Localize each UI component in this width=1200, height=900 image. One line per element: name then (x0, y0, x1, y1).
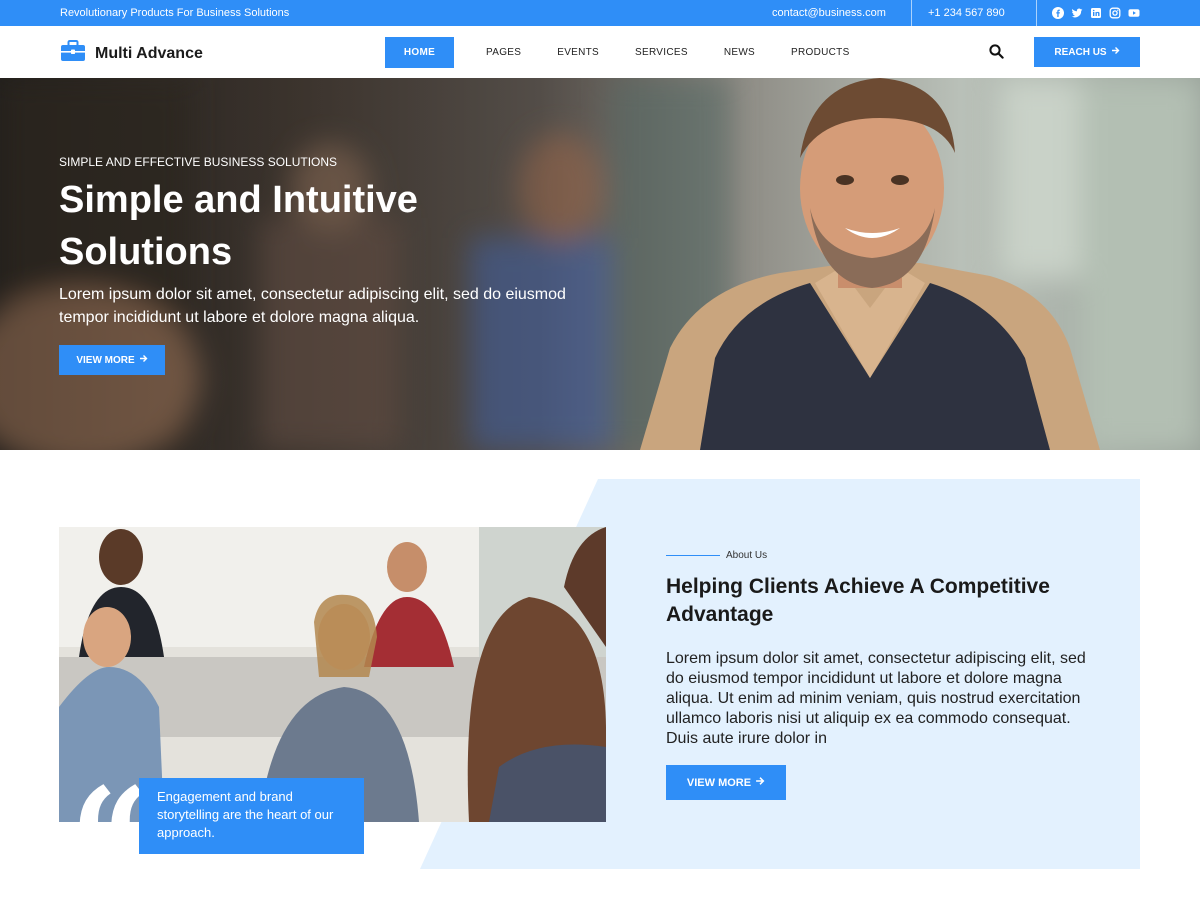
nav-item-pages[interactable]: PAGES (486, 47, 521, 58)
linkedin-icon[interactable] (1090, 7, 1102, 19)
about-text: Lorem ipsum dolor sit amet, consectetur … (666, 650, 1086, 747)
label-line (666, 555, 720, 556)
site-logo[interactable]: Multi Advance (60, 40, 203, 67)
nav-item-products[interactable]: PRODUCTS (791, 47, 850, 58)
nav-item-services[interactable]: SERVICES (635, 47, 688, 58)
facebook-icon[interactable] (1052, 7, 1064, 19)
nav-item-news[interactable]: NEWS (724, 47, 755, 58)
quote-text: Engagement and brand storytelling are th… (157, 789, 334, 840)
arrow-right-icon (755, 776, 765, 789)
hero-view-more-button[interactable]: VIEW MORE (59, 345, 165, 375)
quote-card: Engagement and brand storytelling are th… (139, 778, 364, 854)
about-label: About Us (726, 550, 768, 561)
instagram-icon[interactable] (1109, 7, 1121, 19)
logo-text: Multi Advance (95, 44, 203, 62)
about-eyebrow: About Us (666, 550, 767, 561)
contact-phone[interactable]: +1 234 567 890 (928, 7, 1005, 19)
social-links (1052, 7, 1140, 19)
hero-person-image (640, 78, 1100, 450)
about-view-more-button[interactable]: VIEW MORE (666, 765, 786, 800)
reach-us-button[interactable]: REACH US (1034, 37, 1140, 67)
hero-description: Lorem ipsum dolor sit amet, consectetur … (59, 286, 566, 326)
nav-item-events[interactable]: EVENTS (557, 47, 599, 58)
top-bar: Revolutionary Products For Business Solu… (0, 0, 1200, 26)
hero-title: Simple and Intuitive Solutions (59, 179, 418, 273)
arrow-right-icon (1111, 46, 1120, 58)
tagline: Revolutionary Products For Business Solu… (60, 7, 290, 19)
divider (1036, 0, 1037, 26)
hero-eyebrow: SIMPLE AND EFFECTIVE BUSINESS SOLUTIONS (59, 155, 338, 169)
about-view-more-label: VIEW MORE (686, 776, 752, 789)
about-title: Helping Clients Achieve A Competitive Ad… (666, 575, 1050, 626)
twitter-icon[interactable] (1071, 7, 1083, 19)
arrow-right-icon (139, 354, 148, 366)
hero-banner: SIMPLE AND EFFECTIVE BUSINESS SOLUTIONS … (0, 78, 1200, 450)
search-icon[interactable] (989, 44, 1004, 64)
site-header: Multi Advance HOME PAGES EVENTS SERVICES… (0, 26, 1200, 78)
main-nav: HOME PAGES EVENTS SERVICES NEWS PRODUCTS (385, 36, 886, 68)
hero-view-more-label: VIEW MORE (76, 354, 135, 366)
contact-email[interactable]: contact@business.com (772, 7, 886, 19)
youtube-icon[interactable] (1128, 7, 1140, 19)
briefcase-icon (60, 40, 86, 67)
nav-item-home[interactable]: HOME (385, 36, 454, 68)
reach-us-label: REACH US (1054, 46, 1107, 58)
divider (911, 0, 912, 26)
